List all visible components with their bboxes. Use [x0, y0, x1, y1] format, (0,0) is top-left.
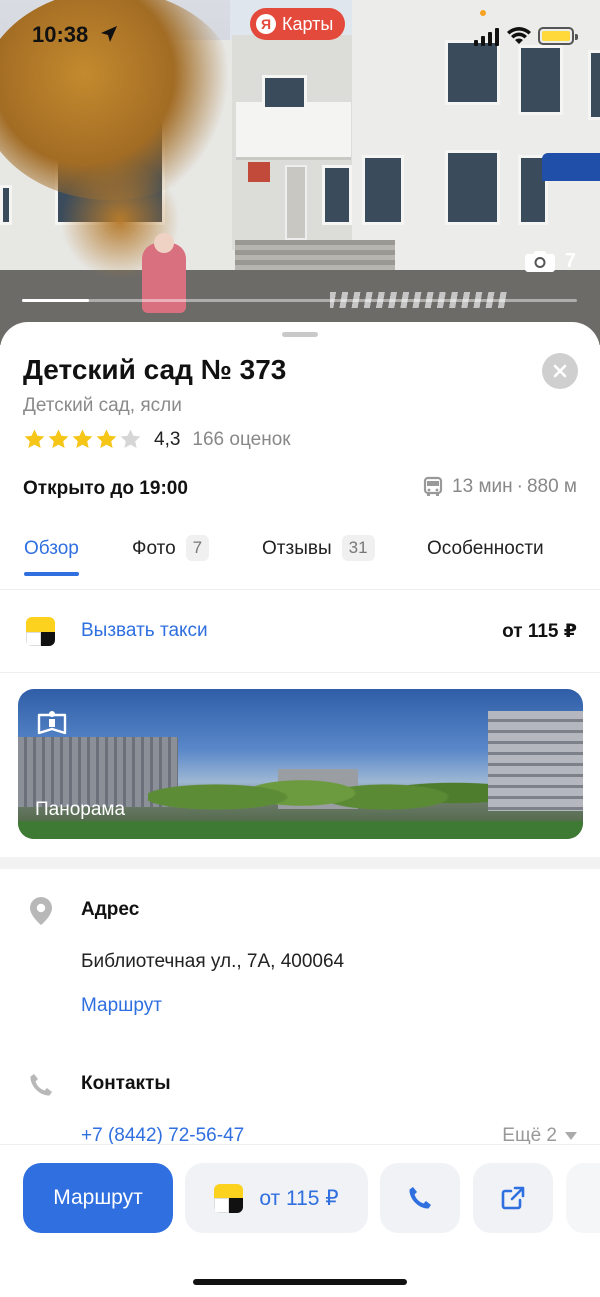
gallery-progress-bar	[22, 299, 577, 302]
tab-bar: Обзор Фото 7 Отзывы 31 Особенности	[0, 530, 600, 590]
rating-stars	[23, 428, 142, 451]
taxi-button-label: от 115 ₽	[259, 1186, 339, 1210]
photo-door	[285, 165, 307, 240]
tab-badge: 31	[341, 535, 375, 561]
battery-level	[542, 31, 570, 41]
contacts-heading: Контакты	[81, 1073, 171, 1094]
tab-reviews[interactable]: Отзывы 31	[262, 530, 375, 590]
wifi-icon	[507, 27, 531, 44]
rating-row[interactable]: 4,3 166 оценок	[23, 428, 291, 451]
app-pill-label: Карты	[282, 13, 334, 34]
transit-distance: 880 м	[526, 476, 577, 497]
sheet-grabber[interactable]	[282, 332, 318, 337]
photo-sign	[248, 162, 270, 182]
place-title: Детский сад № 373	[23, 354, 287, 385]
taxi-price: от 115 ₽	[502, 621, 577, 642]
chevron-down-icon	[565, 1132, 577, 1140]
photo-awning	[542, 153, 600, 181]
taxi-button[interactable]: от 115 ₽	[185, 1163, 368, 1233]
call-button[interactable]	[380, 1163, 460, 1233]
bus-icon	[423, 476, 443, 496]
cellular-signal-icon	[474, 28, 499, 46]
call-taxi-row[interactable]: Вызвать такси от 115 ₽	[0, 591, 600, 673]
address-heading: Адрес	[81, 899, 140, 920]
photo-window	[445, 150, 500, 225]
call-taxi-label: Вызвать такси	[81, 620, 208, 641]
gallery-progress-fill	[22, 299, 89, 302]
yandex-taxi-icon	[214, 1183, 244, 1213]
tab-label: Особенности	[427, 538, 544, 559]
phone-icon	[30, 1074, 52, 1096]
bottom-action-bar: Маршрут от 115 ₽	[0, 1144, 600, 1297]
star-icon	[120, 429, 141, 449]
panorama-trees	[148, 749, 488, 829]
privacy-indicator-dot	[480, 10, 486, 16]
panorama-label: Панорама	[35, 799, 126, 820]
location-pin-icon	[30, 897, 52, 925]
share-button[interactable]	[473, 1163, 553, 1233]
section-separator	[0, 857, 600, 869]
star-icon	[96, 429, 117, 449]
open-status: Открыто до 19:00	[23, 478, 188, 499]
tab-photos[interactable]: Фото 7	[132, 530, 210, 590]
app-switch-pill[interactable]: Я Карты	[250, 8, 346, 40]
close-button[interactable]	[542, 353, 578, 389]
photo-window	[322, 165, 352, 225]
route-button[interactable]: Маршрут	[23, 1163, 173, 1233]
camera-icon	[524, 251, 555, 272]
photo-count-value: 7	[564, 249, 576, 272]
tab-label: Обзор	[24, 538, 79, 559]
address-value[interactable]: Библиотечная ул., 7А, 400064	[81, 951, 344, 973]
star-icon	[72, 429, 93, 449]
tab-label: Отзывы	[262, 538, 332, 559]
photo-window	[362, 155, 404, 225]
tab-features[interactable]: Особенности	[427, 530, 544, 590]
photo-child	[142, 233, 186, 313]
route-link[interactable]: Маршрут	[81, 995, 162, 1017]
close-icon	[553, 364, 567, 378]
panorama-building	[488, 711, 583, 811]
star-icon	[48, 429, 69, 449]
more-actions-button[interactable]	[566, 1163, 600, 1233]
tab-overview[interactable]: Обзор	[24, 530, 79, 590]
photo-window	[262, 75, 307, 110]
transit-time: 13 мин	[452, 476, 513, 497]
rating-value: 4,3	[154, 428, 181, 450]
rating-count: 166 оценок	[192, 428, 291, 450]
panorama-card[interactable]: Панорама	[18, 689, 583, 839]
place-category: Детский сад, ясли	[23, 395, 182, 416]
star-icon	[24, 429, 45, 449]
photo-balcony	[236, 102, 351, 160]
status-time: 10:38	[32, 22, 89, 47]
photo-window	[0, 185, 12, 225]
yandex-logo-icon: Я	[256, 14, 276, 34]
panorama-grass	[18, 821, 583, 839]
tab-badge: 7	[185, 535, 210, 561]
tab-label: Фото	[132, 538, 176, 559]
home-indicator[interactable]	[193, 1279, 407, 1285]
yandex-taxi-icon	[26, 617, 55, 646]
panorama-icon	[37, 711, 67, 735]
location-arrow-icon	[101, 26, 117, 42]
status-bar: 10:38 Я Карты	[0, 0, 600, 70]
phone-icon	[409, 1187, 431, 1209]
share-icon	[501, 1186, 525, 1210]
transit-info[interactable]: 13 мин · 880 м	[422, 476, 577, 498]
transit-separator: ·	[516, 476, 523, 497]
photo-count[interactable]: 7	[524, 249, 576, 273]
battery-icon	[538, 27, 578, 45]
